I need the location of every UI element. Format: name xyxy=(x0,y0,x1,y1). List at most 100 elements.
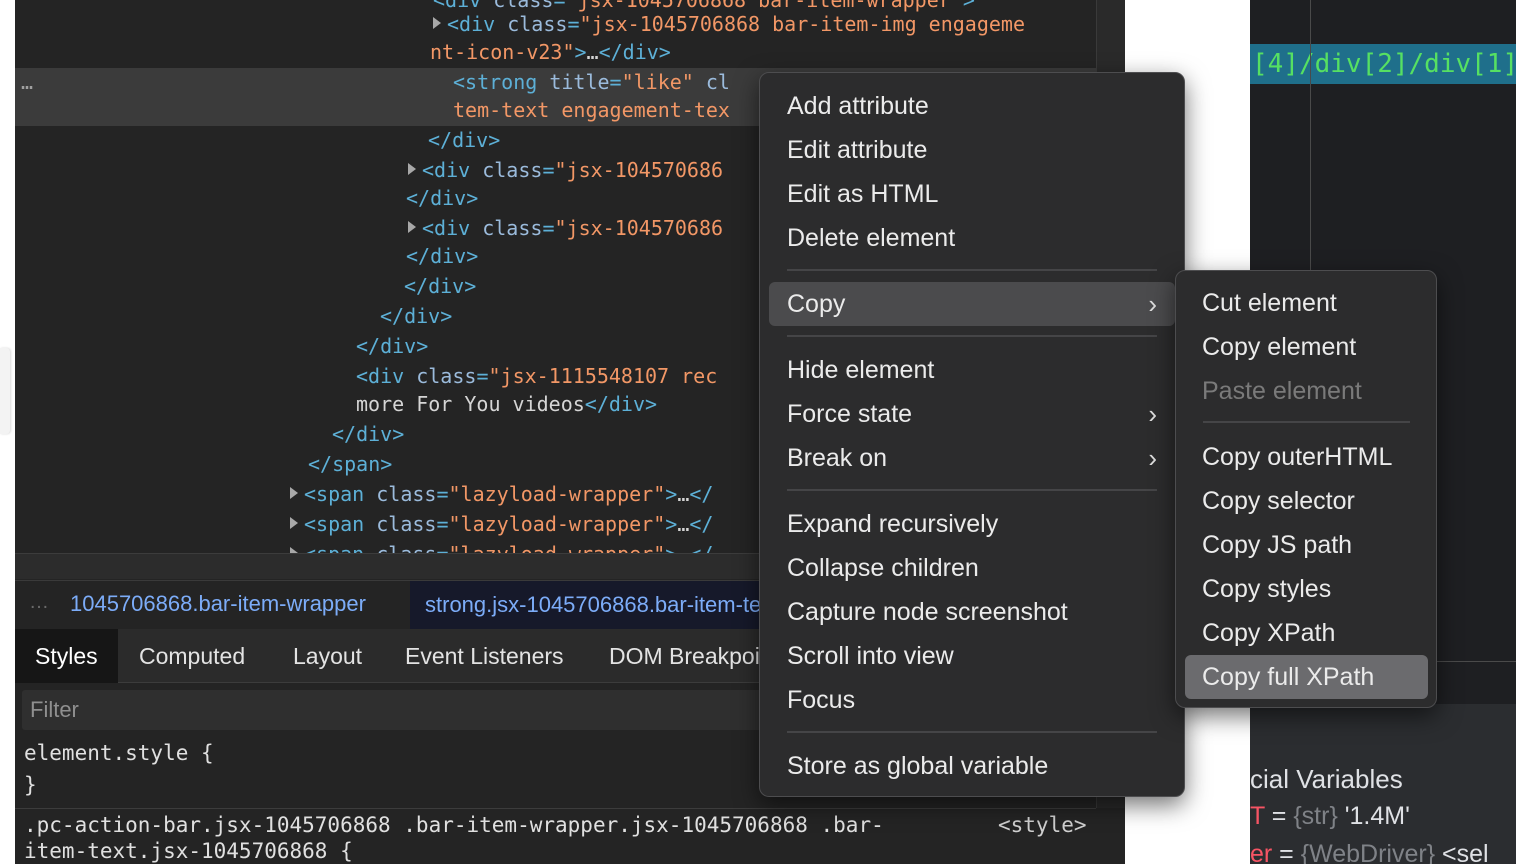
breadcrumb-overflow[interactable]: … xyxy=(29,591,49,614)
submenu-item-copy-outerhtml[interactable]: Copy outerHTML xyxy=(1185,435,1428,479)
dom-line[interactable]: <div class="jsx-104570686 xyxy=(408,214,723,242)
chevron-right-icon: › xyxy=(1148,443,1157,473)
dom-line[interactable]: <div class="jsx-104570686 xyxy=(408,156,723,184)
dom-token: = xyxy=(476,364,489,388)
dom-token: </div> xyxy=(332,422,405,446)
expand-triangle-icon[interactable] xyxy=(290,487,298,499)
dom-line[interactable]: <span class="lazyload-wrapper">…</ xyxy=(290,480,713,508)
menu-item-capture-node-screenshot[interactable]: Capture node screenshot xyxy=(769,590,1175,634)
menu-item-collapse-children[interactable]: Collapse children xyxy=(769,546,1175,590)
dom-token: cl xyxy=(705,70,730,94)
dom-token: "jsx-1045706868 bar-item-img engageme xyxy=(579,12,1026,36)
dom-line[interactable]: </div> xyxy=(428,126,500,154)
dom-token: "jsx-104570686 xyxy=(554,216,724,240)
dom-token: more For You videos xyxy=(356,392,585,416)
dom-line[interactable]: <div class="jsx-1045706868 bar-item-img … xyxy=(433,10,1025,38)
dom-token: > xyxy=(665,542,677,553)
menu-item-hide-element[interactable]: Hide element xyxy=(769,348,1175,392)
variable-equals: = xyxy=(1272,840,1301,864)
dom-line[interactable]: </div> xyxy=(356,332,428,360)
rule-selector-continued[interactable]: item-text.jsx-1045706868 { xyxy=(24,839,353,863)
dom-token: > xyxy=(665,482,678,506)
menu-item-label: Copy xyxy=(787,290,846,318)
menu-item-scroll-into-view[interactable]: Scroll into view xyxy=(769,634,1175,678)
menu-separator xyxy=(787,731,1157,733)
dom-token: "lazyload-wrapper" xyxy=(448,512,666,536)
submenu-item-copy-js-path[interactable]: Copy JS path xyxy=(1185,523,1428,567)
menu-item-copy[interactable]: Copy › xyxy=(769,282,1175,326)
menu-item-force-state[interactable]: Force state › xyxy=(769,392,1175,436)
menu-item-edit-as-html[interactable]: Edit as HTML xyxy=(769,172,1175,216)
rule-source-link[interactable]: <style> xyxy=(998,813,1087,837)
dom-token: </div> xyxy=(598,40,671,64)
dom-line[interactable]: <span class="lazyload-wrapper">…</ xyxy=(290,510,713,538)
dom-token: class xyxy=(482,216,543,240)
dom-token: = xyxy=(436,482,449,506)
tab-computed[interactable]: Computed xyxy=(139,629,245,683)
dom-line[interactable]: nt-icon-v23">…</div> xyxy=(430,38,671,66)
tab-layout[interactable]: Layout xyxy=(293,629,362,683)
menu-item-store-as-global-variable[interactable]: Store as global variable xyxy=(769,744,1175,788)
sidebar-handle[interactable] xyxy=(0,348,10,434)
dom-line[interactable]: tem-text engagement-tex xyxy=(453,96,730,124)
dom-token: "lazyload-wrapper" xyxy=(448,482,666,506)
variable-row[interactable]: er = {WebDriver} <sel xyxy=(1250,840,1489,864)
submenu-item-copy-selector[interactable]: Copy selector xyxy=(1185,479,1428,523)
dom-token: <div xyxy=(447,12,508,36)
menu-item-expand-recursively[interactable]: Expand recursively xyxy=(769,502,1175,546)
dom-token: <span xyxy=(304,482,377,506)
submenu-item-copy-styles[interactable]: Copy styles xyxy=(1185,567,1428,611)
dom-token: <span xyxy=(304,542,376,553)
menu-item-edit-attribute[interactable]: Edit attribute xyxy=(769,128,1175,172)
rule-selector[interactable]: .pc-action-bar.jsx-1045706868 .bar-item-… xyxy=(24,813,884,837)
dom-line[interactable]: <strong title="like" cl xyxy=(453,68,730,96)
node-actions-ellipsis[interactable]: … xyxy=(21,70,34,94)
menu-item-add-attribute[interactable]: Add attribute xyxy=(769,84,1175,128)
dom-line[interactable]: </div> xyxy=(406,184,478,212)
submenu-item-paste-element: Paste element xyxy=(1202,377,1362,405)
dom-token: "like" xyxy=(621,70,706,94)
variable-row[interactable]: T = {str} '1.4M' xyxy=(1250,802,1410,831)
dom-line[interactable]: <div class="jsx-1115548107 rec xyxy=(356,362,717,390)
expand-triangle-icon[interactable] xyxy=(408,221,416,233)
dom-token: "lazyload-wrapper" xyxy=(449,542,666,553)
menu-separator xyxy=(787,269,1157,271)
dom-token: <div xyxy=(422,158,483,182)
submenu-item-copy-element[interactable]: Copy element xyxy=(1185,325,1428,369)
breadcrumb-item-wrapper[interactable]: 1045706868.bar-item-wrapper xyxy=(70,591,366,617)
element-style-close: } xyxy=(24,773,37,797)
menu-item-focus[interactable]: Focus xyxy=(769,678,1175,722)
variable-type: {str} xyxy=(1293,802,1338,830)
dom-line[interactable]: </div> xyxy=(404,272,476,300)
dom-line[interactable]: more For You videos</div> xyxy=(356,390,657,418)
element-style-selector[interactable]: element.style { xyxy=(24,741,214,765)
dom-token: = xyxy=(542,216,555,240)
dom-token: … xyxy=(586,40,599,64)
xpath-string-highlight: [4]/div[2]/div[1] xyxy=(1250,44,1516,84)
dom-line[interactable]: </div> xyxy=(406,242,478,270)
expand-triangle-icon[interactable] xyxy=(408,163,416,175)
dom-token: = xyxy=(436,512,449,536)
menu-item-label: Edit as HTML xyxy=(787,180,939,208)
menu-item-delete-element[interactable]: Delete element xyxy=(769,216,1175,260)
dom-token: </span> xyxy=(308,452,393,476)
expand-triangle-icon[interactable] xyxy=(433,17,441,29)
dom-token: … xyxy=(677,482,690,506)
dom-token: nt-icon-v23" xyxy=(430,40,575,64)
dom-line[interactable]: <span class="lazyload-wrapper">…</ xyxy=(290,540,713,553)
submenu-item-copy-xpath[interactable]: Copy XPath xyxy=(1185,611,1428,655)
menu-item-break-on[interactable]: Break on › xyxy=(769,436,1175,480)
dom-line[interactable]: </div> xyxy=(332,420,404,448)
expand-triangle-icon[interactable] xyxy=(290,517,298,529)
tab-styles[interactable]: Styles xyxy=(15,629,118,683)
dom-token: </div> xyxy=(428,128,501,152)
submenu-item-cut-element[interactable]: Cut element xyxy=(1185,281,1428,325)
dom-line[interactable]: </span> xyxy=(308,450,392,478)
variable-value: '1.4M' xyxy=(1337,802,1410,830)
variable-type: {WebDriver} xyxy=(1300,840,1436,864)
submenu-item-copy-full-xpath[interactable]: Copy full XPath xyxy=(1185,655,1428,699)
submenu-separator xyxy=(1203,421,1410,423)
dom-line[interactable]: </div> xyxy=(380,302,452,330)
tab-event-listeners[interactable]: Event Listeners xyxy=(405,629,564,683)
dom-token: </div> xyxy=(380,304,453,328)
